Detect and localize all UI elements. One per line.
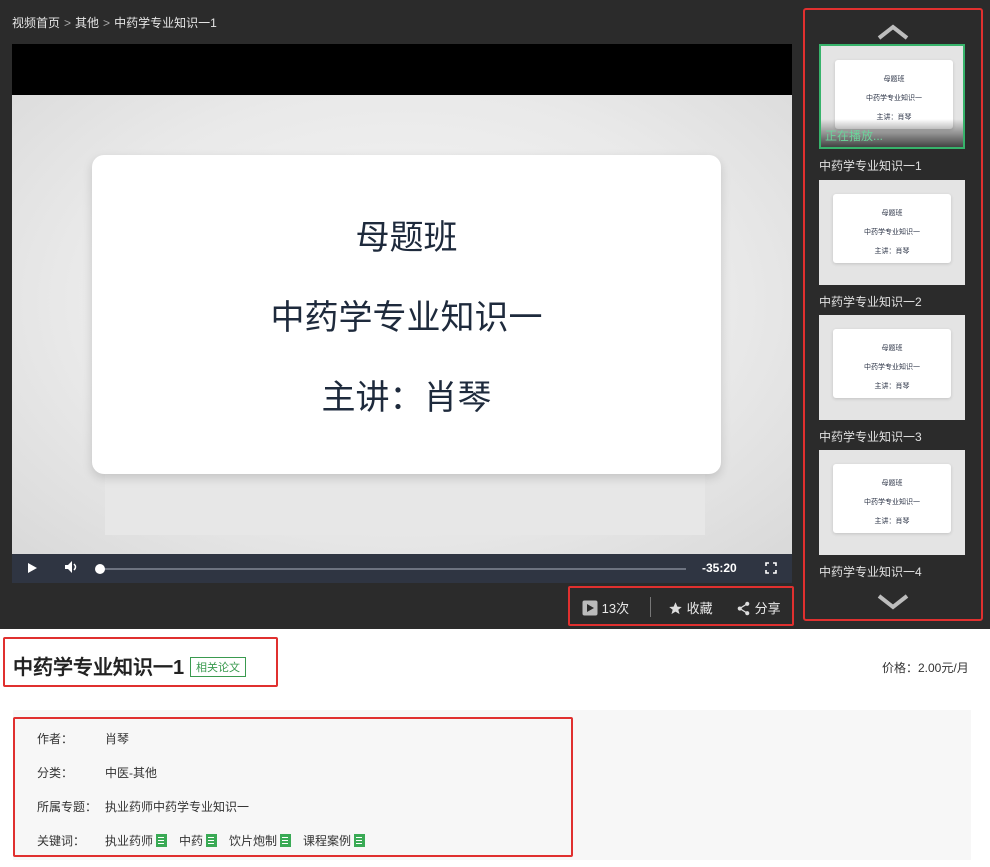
slide-subject: 中药学专业知识一 <box>270 299 543 337</box>
favorite-label: 收藏 <box>686 601 713 616</box>
keywords-row: 关键词： 执业药师 中药 饮片炮制 课程案例 <box>37 832 377 849</box>
course-title-box: 中药学专业知识一1 相关论文 <box>3 637 278 687</box>
keyword-text[interactable]: 课程案例 <box>303 834 351 848</box>
thumb-line: 母题班 <box>883 76 905 83</box>
topic-label: 所属专题： <box>37 800 98 814</box>
thumb-line: 中药学专业知识一 <box>864 364 920 371</box>
course-title: 中药学专业知识一1 <box>13 657 185 679</box>
playlist-item-title[interactable]: 中药学专业知识一2 <box>819 293 965 310</box>
favorite-button[interactable]: 收藏 <box>668 598 713 617</box>
keywords-label: 关键词： <box>37 834 86 848</box>
document-icon[interactable] <box>206 834 218 847</box>
video-player[interactable]: 母题班 中药学专业知识一 主讲：肖琴 -35:20 <box>12 44 792 583</box>
now-playing-label: 正在播放... <box>821 119 963 147</box>
thumb-line: 主讲：肖琴 <box>874 518 910 525</box>
thumb-line: 主讲：肖琴 <box>874 248 910 255</box>
player-controls: -35:20 <box>12 554 792 583</box>
playlist-item-1[interactable]: 母题班 中药学专业知识一 主讲：肖琴 正在播放... 中药学专业知识一1 <box>819 44 965 174</box>
keyword-item[interactable]: 中药 <box>179 834 218 848</box>
play-icon[interactable] <box>22 559 42 579</box>
breadcrumb: 视频首页 > 其他 > 中药学专业知识一1 <box>12 14 217 31</box>
course-info-box: 作者： 肖琴 分类： 中医-其他 所属专题： 执业药师中药学专业知识一 关键词： 执业药… <box>13 717 573 857</box>
playlist-panel: 母题班 中药学专业知识一 主讲：肖琴 正在播放... 中药学专业知识一1 母题班… <box>803 8 983 621</box>
star-icon <box>669 602 682 615</box>
thumb-line: 中药学专业知识一 <box>866 95 922 102</box>
breadcrumb-separator: > <box>64 16 72 30</box>
playlist-thumbnail[interactable]: 母题班 中药学专业知识一 主讲：肖琴 正在播放... <box>819 44 965 149</box>
keyword-item[interactable]: 执业药师 <box>105 834 168 848</box>
chevron-down-icon[interactable] <box>873 590 913 614</box>
category-value: 中医-其他 <box>105 766 157 780</box>
view-count-text: 13次 <box>601 601 630 616</box>
author-row: 作者： 肖琴 <box>37 730 129 747</box>
play-count-icon <box>582 600 598 616</box>
lecture-slide: 母题班 中药学专业知识一 主讲：肖琴 <box>92 155 721 474</box>
playlist-item-title[interactable]: 中药学专业知识一3 <box>819 428 965 445</box>
video-frame[interactable]: 母题班 中药学专业知识一 主讲：肖琴 <box>12 95 792 554</box>
author-label: 作者： <box>37 732 74 746</box>
keyword-text[interactable]: 执业药师 <box>105 834 153 848</box>
document-icon[interactable] <box>354 834 366 847</box>
time-remaining: -35:20 <box>702 561 737 575</box>
breadcrumb-current: 中药学专业知识一1 <box>114 16 217 30</box>
topic-value: 执业药师中药学专业知识一 <box>105 800 250 814</box>
thumb-line: 中药学专业知识一 <box>864 499 920 506</box>
playlist-thumbnail[interactable]: 母题班 中药学专业知识一 主讲：肖琴 <box>819 180 965 285</box>
thumb-line: 主讲：肖琴 <box>874 383 910 390</box>
keyword-item[interactable]: 饮片炮制 <box>229 834 292 848</box>
thumbnail-slide: 母题班 中药学专业知识一 主讲：肖琴 <box>833 329 951 398</box>
thumbnail-slide: 母题班 中药学专业知识一 主讲：肖琴 <box>833 194 951 263</box>
topic-row: 所属专题： 执业药师中药学专业知识一 <box>37 798 249 815</box>
keyword-text[interactable]: 中药 <box>179 834 203 848</box>
document-icon[interactable] <box>156 834 168 847</box>
volume-icon[interactable] <box>62 559 82 579</box>
price-label: 价格：2.00元/月 <box>882 661 969 675</box>
playlist-thumbnail[interactable]: 母题班 中药学专业知识一 主讲：肖琴 <box>819 315 965 420</box>
share-button[interactable]: 分享 <box>736 598 781 617</box>
keyword-item[interactable]: 课程案例 <box>303 834 366 848</box>
progress-bar[interactable] <box>100 568 686 570</box>
slide-title: 母题班 <box>355 219 458 257</box>
breadcrumb-category[interactable]: 其他 <box>75 16 99 30</box>
thumb-line: 母题班 <box>881 210 903 217</box>
category-label: 分类： <box>37 766 74 780</box>
chevron-up-icon[interactable] <box>873 20 913 44</box>
thumbnail-slide: 母题班 中药学专业知识一 主讲：肖琴 <box>833 464 951 533</box>
divider <box>650 597 651 617</box>
thumb-line: 母题班 <box>881 480 903 487</box>
keyword-text[interactable]: 饮片炮制 <box>229 834 277 848</box>
thumb-line: 母题班 <box>881 345 903 352</box>
playlist-item-2[interactable]: 母题班 中药学专业知识一 主讲：肖琴 中药学专业知识一2 <box>819 180 965 310</box>
view-count: 13次 <box>582 598 629 617</box>
slide-lecturer: 主讲：肖琴 <box>321 379 492 417</box>
playlist-item-3[interactable]: 母题班 中药学专业知识一 主讲：肖琴 中药学专业知识一3 <box>819 315 965 445</box>
video-stats-bar: 13次 收藏 分享 <box>568 586 794 626</box>
related-papers-tag[interactable]: 相关论文 <box>190 657 246 677</box>
thumb-line: 中药学专业知识一 <box>864 229 920 236</box>
document-icon[interactable] <box>280 834 292 847</box>
category-row: 分类： 中医-其他 <box>37 764 157 781</box>
progress-handle[interactable] <box>95 564 105 574</box>
video-section: 视频首页 > 其他 > 中药学专业知识一1 母题班 中药学专业知识一 主讲：肖琴 -35… <box>0 0 990 629</box>
fullscreen-icon[interactable] <box>761 559 781 579</box>
author-value: 肖琴 <box>105 732 130 746</box>
playlist-item-title[interactable]: 中药学专业知识一1 <box>819 157 965 174</box>
share-label: 分享 <box>754 601 781 616</box>
playlist-thumbnail[interactable]: 母题班 中药学专业知识一 主讲：肖琴 <box>819 450 965 555</box>
playlist-item-title[interactable]: 中药学专业知识一4 <box>819 563 965 580</box>
breadcrumb-home[interactable]: 视频首页 <box>12 16 60 30</box>
playlist-item-4[interactable]: 母题班 中药学专业知识一 主讲：肖琴 中药学专业知识一4 <box>819 450 965 580</box>
share-icon <box>737 601 750 616</box>
breadcrumb-separator: > <box>103 16 111 30</box>
